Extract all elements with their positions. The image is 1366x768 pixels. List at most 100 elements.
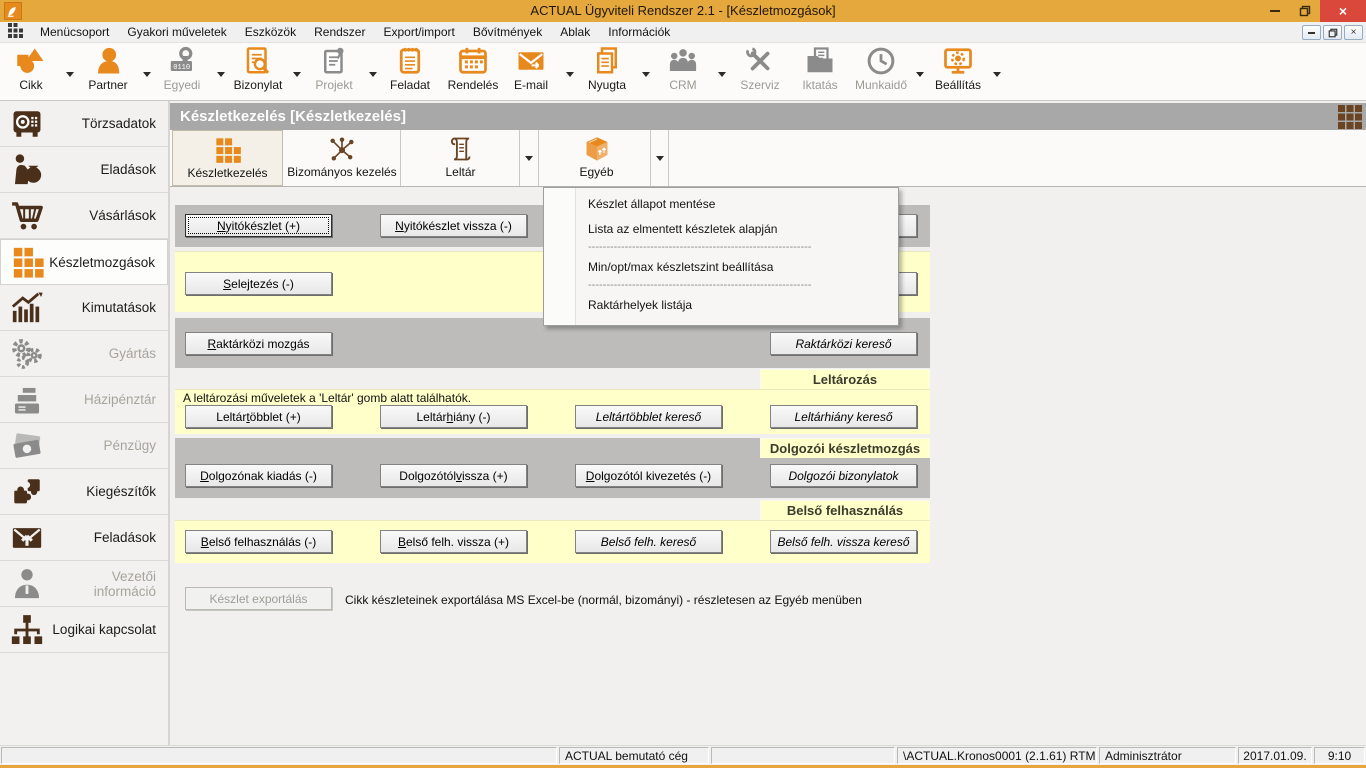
shopping-cart-icon <box>10 199 48 233</box>
menu-gutter <box>544 188 576 325</box>
sidebar-item-penzugy[interactable]: Pénzügy <box>0 423 168 469</box>
manager-person-icon <box>10 567 48 601</box>
dolgozonak-kiadas-button[interactable]: Dolgozónak kiadás (-) <box>185 464 332 487</box>
sidebar-item-keszletmozgasok[interactable]: Készletmozgások <box>0 239 168 285</box>
restore-button[interactable] <box>1290 0 1320 22</box>
raktarkozi-mozgas-button[interactable]: Raktárközi mozgás <box>185 332 332 355</box>
mdi-minimize-button[interactable] <box>1302 25 1321 40</box>
status-time: 9:10 <box>1314 747 1365 764</box>
toolbar-dropdown-projekt[interactable] <box>367 69 379 79</box>
menu-grid-icon[interactable] <box>8 23 23 41</box>
toolbar-item-nyugta[interactable]: Nyugta <box>578 46 636 98</box>
menu-item-rendszer[interactable]: Rendszer <box>305 22 374 43</box>
selejtezes-button[interactable]: Selejtezés (-) <box>185 272 332 295</box>
toolbar-item-crm[interactable]: CRM <box>654 46 712 98</box>
nyitokeszlet-button[interactable]: Nyitókészlet (+) <box>185 214 332 237</box>
toolbar-item-munkaido[interactable]: Munkaidő <box>852 46 910 98</box>
tab-bizomanyos-kezeles[interactable]: Bizományos kezelés <box>284 130 401 186</box>
puzzle-icon <box>10 475 48 509</box>
menu-item-menucsoport[interactable]: Menücsoport <box>31 22 118 43</box>
mdi-close-button[interactable]: × <box>1344 25 1363 40</box>
belso-felh-vissza-kereso-button[interactable]: Belső felh. vissza kereső <box>770 530 917 553</box>
sidebar-item-label: Törzsadatok <box>48 116 156 131</box>
sidebar-item-eladasok[interactable]: Eladások <box>0 147 168 193</box>
menu-item-min-opt-max[interactable]: Min/opt/max készletszint beállítása <box>577 255 898 280</box>
close-button[interactable]: × <box>1320 0 1366 22</box>
toolbar-label: Cikk <box>19 78 42 92</box>
leltarhiany-button[interactable]: Leltárhiány (-) <box>380 405 527 428</box>
raktarkozi-kereso-button[interactable]: Raktárközi kereső <box>770 332 917 355</box>
sidebar-item-kiegeszitok[interactable]: Kiegészítők <box>0 469 168 515</box>
toolbar-item-feladat[interactable]: Feladat <box>381 46 439 98</box>
dolgozotol-kivezetes-button[interactable]: Dolgozótól kivezetés (-) <box>575 464 722 487</box>
sidebar-item-hazipenztar[interactable]: Házipénztár <box>0 377 168 423</box>
export-description: Cikk készleteinek exportálása MS Excel-b… <box>345 593 862 607</box>
toolbar-item-bizonylat[interactable]: Bizonylat <box>229 46 287 98</box>
tab-keszletkezeles[interactable]: Készletkezelés <box>172 130 283 186</box>
status-empty-segment <box>711 747 895 764</box>
window-title: ACTUAL Ügyviteli Rendszer 2.1 - [Készlet… <box>0 0 1366 22</box>
section-header-leltarozas: Leltározás <box>760 369 930 389</box>
toolbar-item-partner[interactable]: Partner <box>79 46 137 98</box>
tab-egyeb-dropdown[interactable] <box>652 130 669 186</box>
toolbar-item-iktatas[interactable]: Iktatás <box>791 46 849 98</box>
dolgozoi-bizonylatok-button[interactable]: Dolgozói bizonylatok <box>770 464 917 487</box>
toolbar-dropdown-nyugta[interactable] <box>640 69 652 79</box>
sidebar-item-vasarlasok[interactable]: Vásárlások <box>0 193 168 239</box>
menu-item-raktarhelyek-listaja[interactable]: Raktárhelyek listája <box>577 293 898 318</box>
menu-separator: ----------------------------------------… <box>577 242 898 255</box>
mdi-restore-button[interactable] <box>1323 25 1342 40</box>
toolbar-item-cikk[interactable]: Cikk <box>2 46 60 98</box>
minimize-button[interactable] <box>1260 0 1290 22</box>
toolbar-dropdown-email[interactable] <box>564 69 576 79</box>
menu-item-bovitmenyek[interactable]: Bővítmények <box>464 22 551 43</box>
sidebar-item-kimutatasok[interactable]: Kimutatások <box>0 285 168 331</box>
status-empty-segment <box>1 747 557 764</box>
menu-item-lista-elmentett-keszletek[interactable]: Lista az elmentett készletek alapján <box>577 217 898 242</box>
nyitokeszlet-vissza-button[interactable]: Nyitókészlet vissza (-) <box>380 214 527 237</box>
menu-item-keszlet-allapot-mentese[interactable]: Készlet állapot mentése <box>577 192 898 217</box>
tab-bar: Készletkezelés Bizományos kezelés Leltár… <box>170 130 1366 187</box>
dolgozotol-vissza-button[interactable]: Dolgozótól vissza (+) <box>380 464 527 487</box>
menu-separator: ----------------------------------------… <box>577 280 898 293</box>
toolbar-dropdown-cikk[interactable] <box>64 69 76 79</box>
toolbar-dropdown-crm[interactable] <box>716 69 728 79</box>
toolbar-dropdown-partner[interactable] <box>141 69 153 79</box>
menu-item-export-import[interactable]: Export/import <box>374 22 463 43</box>
toolbar-dropdown-bizonylat[interactable] <box>291 69 303 79</box>
leltarhiany-kereso-button[interactable]: Leltárhiány kereső <box>770 405 917 428</box>
tab-egyeb[interactable]: Egyéb <box>543 130 651 186</box>
sidebar-item-feladasok[interactable]: Feladások <box>0 515 168 561</box>
leltartobblet-kereso-button[interactable]: Leltártöbblet kereső <box>575 405 722 428</box>
menu-item-gyakori-muveletek[interactable]: Gyakori műveletek <box>118 22 235 43</box>
toolbar-item-rendeles[interactable]: Rendelés <box>444 46 502 98</box>
belso-felhasznalas-button[interactable]: Belső felhasználás (-) <box>185 530 332 553</box>
sidebar-item-torzsadatok[interactable]: Törzsadatok <box>0 101 168 147</box>
cash-register-icon <box>10 383 48 417</box>
toolbar-item-beallitas[interactable]: Beállítás <box>929 46 987 98</box>
tab-leltar[interactable]: Leltár <box>402 130 520 186</box>
toolbar-item-egyedi[interactable]: 0110 Egyedi <box>153 46 211 98</box>
money-icon <box>10 429 48 463</box>
sidebar-item-logikai-kapcsolat[interactable]: Logikai kapcsolat <box>0 607 168 653</box>
belso-felh-kereso-button[interactable]: Belső felh. kereső <box>575 530 722 553</box>
toolbar-item-projekt[interactable]: Projekt <box>305 46 363 98</box>
menu-item-ablak[interactable]: Ablak <box>551 22 599 43</box>
tab-leltar-dropdown[interactable] <box>520 130 539 186</box>
toolbar-dropdown-egyedi[interactable] <box>215 69 227 79</box>
leltartobblet-button[interactable]: Leltártöbblet (+) <box>185 405 332 428</box>
sidebar-item-vezetoi-informacio[interactable]: Vezetői információ <box>0 561 168 607</box>
toolbar-item-szerviz[interactable]: Szerviz <box>731 46 789 98</box>
belso-felh-vissza-button[interactable]: Belső felh. vissza (+) <box>380 530 527 553</box>
menu-item-eszkozok[interactable]: Eszközök <box>236 22 305 43</box>
status-user: Adminisztrátor <box>1099 747 1236 764</box>
toolbar-item-email[interactable]: E-mail <box>502 46 560 98</box>
safe-icon <box>10 107 48 141</box>
gears-icon <box>10 337 48 371</box>
toolbar-dropdown-munkaido[interactable] <box>914 69 926 79</box>
menu-item-informaciok[interactable]: Információk <box>599 22 679 43</box>
keszlet-exportalas-button[interactable]: Készlet exportálás <box>185 587 332 610</box>
sidebar: Törzsadatok Eladások Vásárlások Készletm… <box>0 101 170 745</box>
sidebar-item-gyartas[interactable]: Gyártás <box>0 331 168 377</box>
toolbar-dropdown-beallitas[interactable] <box>991 69 1003 79</box>
